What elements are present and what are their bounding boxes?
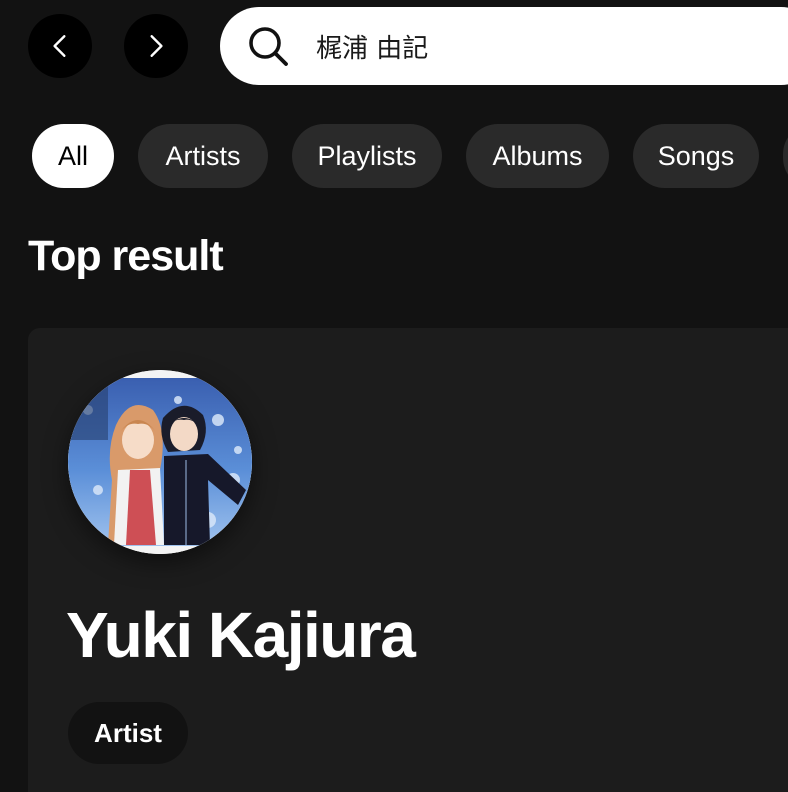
type-badge: Artist [68, 702, 188, 764]
chevron-right-icon [150, 35, 163, 57]
forward-button[interactable] [124, 14, 188, 78]
filter-chip-artists[interactable]: Artists [138, 124, 268, 188]
filter-chips: All Artists Playlists Albums Songs [32, 124, 788, 188]
top-result-card[interactable]: Yuki Kajiura Artist [28, 328, 788, 792]
search-input[interactable] [316, 21, 736, 71]
chevron-left-icon [53, 35, 66, 57]
artist-avatar [68, 370, 252, 554]
filter-chip-albums[interactable]: Albums [466, 124, 609, 188]
filter-chip-songs[interactable]: Songs [633, 124, 759, 188]
section-title: Top result [28, 232, 224, 280]
search-bar[interactable] [220, 7, 788, 85]
search-icon [246, 24, 290, 68]
filter-chip-all[interactable]: All [32, 124, 114, 188]
filter-chip-more[interactable] [783, 124, 788, 188]
search-results-page: All Artists Playlists Albums Songs Top r… [0, 0, 788, 792]
back-button[interactable] [28, 14, 92, 78]
artist-name[interactable]: Yuki Kajiura [66, 598, 416, 672]
filter-chip-playlists[interactable]: Playlists [292, 124, 442, 188]
